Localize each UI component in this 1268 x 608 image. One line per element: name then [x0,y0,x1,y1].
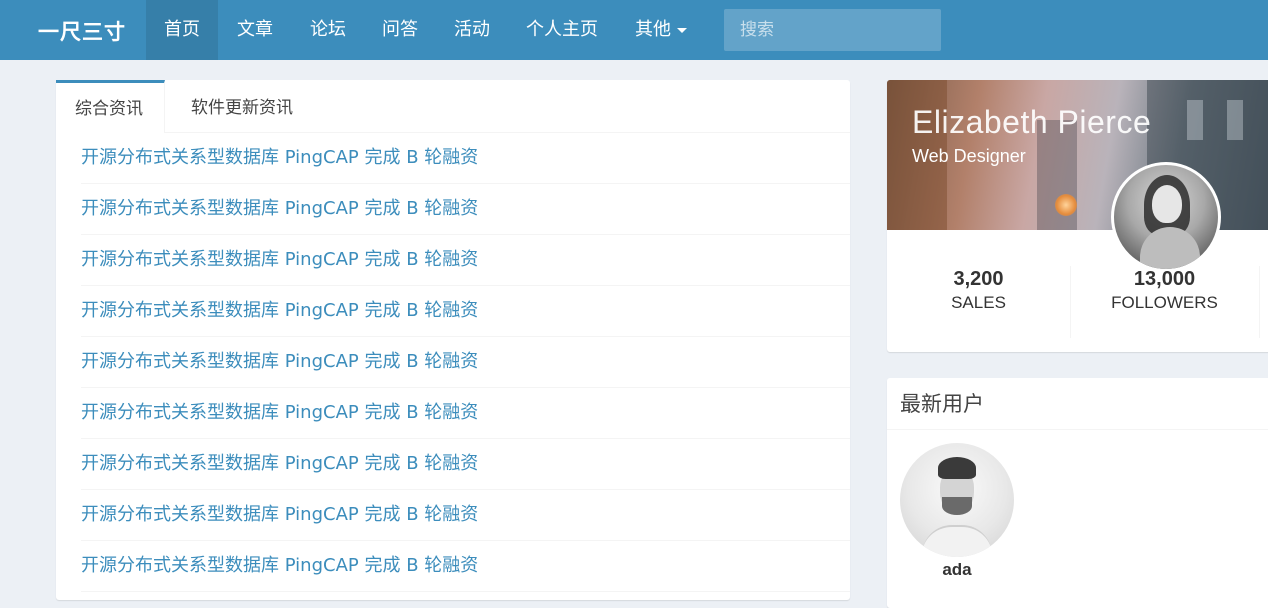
news-link[interactable]: 开源分布式关系型数据库 PingCAP 完成 B 轮融资 [81,300,478,321]
nav-home[interactable]: 首页 [146,0,218,60]
nav-profile-home[interactable]: 个人主页 [510,0,614,60]
stat-sales-label: SALES [951,293,1006,312]
nav-forum-label: 论坛 [310,19,346,40]
nav-other-label: 其他 [635,19,671,40]
news-link[interactable]: 开源分布式关系型数据库 PingCAP 完成 B 轮融资 [81,402,478,423]
nav-home-label: 首页 [164,19,200,40]
list-item: 开源分布式关系型数据库 PingCAP 完成 B 轮融资 [81,439,850,490]
list-item: 开源分布式关系型数据库 PingCAP 完成 B 轮融资 [81,286,850,337]
stat-followers: 13,000 FOLLOWERS [1073,266,1256,314]
news-link[interactable]: 开源分布式关系型数据库 PingCAP 完成 B 轮融资 [81,453,478,474]
nav-profile-home-label: 个人主页 [526,19,598,40]
nav-other-dropdown[interactable]: 其他 [618,0,704,60]
news-panel: 综合资讯 软件更新资讯 开源分布式关系型数据库 PingCAP 完成 B 轮融资… [56,80,850,600]
news-list: 开源分布式关系型数据库 PingCAP 完成 B 轮融资 开源分布式关系型数据库… [56,133,850,592]
stat-sales: 3,200 SALES [887,266,1070,314]
latest-users-box: 最新用户 ada [887,378,1268,608]
news-link[interactable]: 开源分布式关系型数据库 PingCAP 完成 B 轮融资 [81,555,478,576]
nav-events[interactable]: 活动 [436,0,508,60]
list-item: 开源分布式关系型数据库 PingCAP 完成 B 轮融资 [81,490,850,541]
nav-articles-label: 文章 [237,19,273,40]
news-link[interactable]: 开源分布式关系型数据库 PingCAP 完成 B 轮融资 [81,198,478,219]
caret-down-icon [677,27,687,33]
news-link[interactable]: 开源分布式关系型数据库 PingCAP 完成 B 轮融资 [81,147,478,168]
brand-logo[interactable]: 一尺三寸 [38,16,126,46]
user-avatar[interactable] [900,443,1014,557]
stat-sales-value: 3,200 [953,268,1004,290]
top-navbar: 一尺三寸 首页 文章 论坛 问答 活动 个人主页 其他 [0,0,1268,60]
list-item: 开源分布式关系型数据库 PingCAP 完成 B 轮融资 [81,388,850,439]
profile-name: Elizabeth Pierce [912,104,1152,140]
profile-avatar[interactable] [1111,162,1221,272]
list-item: 开源分布式关系型数据库 PingCAP 完成 B 轮融资 [81,541,850,592]
stat-followers-value: 13,000 [1133,268,1196,290]
list-item: 开源分布式关系型数据库 PingCAP 完成 B 轮融资 [81,133,850,184]
news-tabs: 综合资讯 软件更新资讯 [56,80,850,133]
search-input[interactable] [724,9,941,51]
tab-general-news[interactable]: 综合资讯 [56,80,165,133]
latest-users-title: 最新用户 [887,378,1268,430]
nav-events-label: 活动 [454,19,490,40]
stat-followers-label: FOLLOWERS [1111,293,1218,312]
user-name[interactable]: ada [900,560,1014,580]
stat-divider [1070,266,1071,338]
tab-software-updates[interactable]: 软件更新资讯 [172,80,312,133]
profile-role: Web Designer [912,146,1026,166]
list-item: 开源分布式关系型数据库 PingCAP 完成 B 轮融资 [81,184,850,235]
nav-qa[interactable]: 问答 [364,0,436,60]
stat-divider [1259,266,1260,338]
lamp-light [1055,194,1077,216]
nav-forum[interactable]: 论坛 [292,0,364,60]
news-link[interactable]: 开源分布式关系型数据库 PingCAP 完成 B 轮融资 [81,249,478,270]
nav-articles[interactable]: 文章 [220,0,290,60]
list-item: 开源分布式关系型数据库 PingCAP 完成 B 轮融资 [81,337,850,388]
nav-qa-label: 问答 [382,19,418,40]
news-link[interactable]: 开源分布式关系型数据库 PingCAP 完成 B 轮融资 [81,504,478,525]
list-item: 开源分布式关系型数据库 PingCAP 完成 B 轮融资 [81,235,850,286]
profile-card: Elizabeth Pierce Web Designer 3,200 SALE… [887,80,1268,352]
news-link[interactable]: 开源分布式关系型数据库 PingCAP 完成 B 轮融资 [81,351,478,372]
